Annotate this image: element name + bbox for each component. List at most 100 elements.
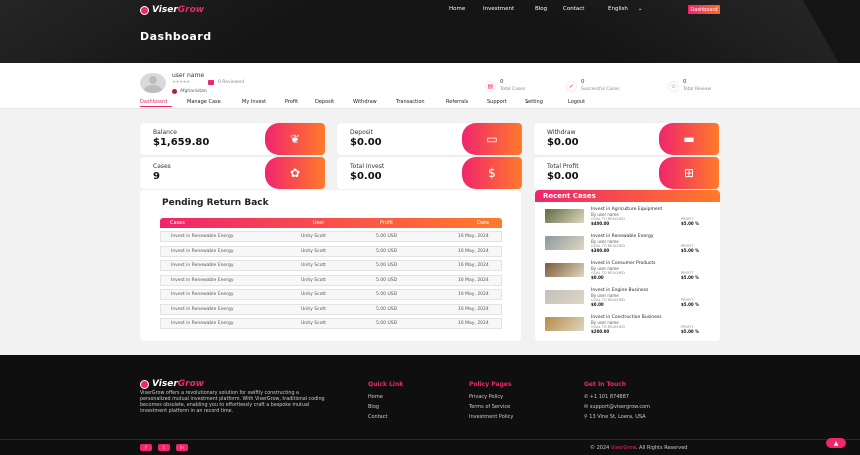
table-row: Invest in Renewable Energy Unity Scott 5.0… xyxy=(160,303,502,315)
rating-stars: ★★★★★ xyxy=(172,80,190,85)
col-cases: Cases xyxy=(170,220,185,226)
table-cell: Invest in Renewable Energy xyxy=(171,321,234,326)
copyright-text: . All Rights Reserved xyxy=(635,445,688,451)
card-cases: Cases 9 ✿ xyxy=(140,157,325,189)
table-cell: 5.00 USD xyxy=(376,234,398,239)
nav-investment[interactable]: Investment xyxy=(483,6,514,12)
card-total-invest: Total Invest $0.00 $ xyxy=(337,157,522,189)
logo-text-2: Grow xyxy=(177,5,205,15)
stat-label: Successful Cases xyxy=(581,86,620,92)
profile-bar: user name ★★★★★ 0 Reviewed Afghanistan ▤… xyxy=(0,63,860,109)
card-value: $0.00 xyxy=(350,171,382,182)
check-icon: ✓ xyxy=(566,80,577,92)
language-select[interactable]: English ⌄ xyxy=(608,6,642,12)
stat-total-cases: ▤ 0 Total Cases xyxy=(485,79,525,92)
footer-link-blog[interactable]: Blog xyxy=(368,404,403,410)
panel-title: Pending Return Back xyxy=(162,198,269,208)
card-value: $0.00 xyxy=(547,171,579,182)
copyright-brand[interactable]: ViserGrow xyxy=(611,445,636,451)
nav-contact[interactable]: Contact xyxy=(563,6,584,12)
footer-link-investment-policy[interactable]: Investment Policy xyxy=(469,414,513,420)
fb-icon[interactable]: f xyxy=(140,444,152,451)
footer-phone[interactable]: ✆ +1 101 874887 xyxy=(584,394,650,400)
tab-manage-case[interactable]: Manage Case xyxy=(187,99,221,105)
footer-link-contact[interactable]: Contact xyxy=(368,414,403,420)
nav-blog[interactable]: Blog xyxy=(535,6,547,12)
footer-policy-links: Policy Pages Privacy Policy Terms of Ser… xyxy=(469,381,513,424)
card-icon: ▬ xyxy=(659,123,719,155)
card-total-profit: Total Profit $0.00 ⊞ xyxy=(534,157,719,189)
card-value: $1,659.80 xyxy=(153,137,210,148)
tab-support[interactable]: Support xyxy=(487,99,507,105)
table-row: Invest in Renewable Energy Unity Scott 5.0… xyxy=(160,318,502,329)
twitter-icon[interactable]: t xyxy=(158,444,170,451)
card-label: Cases xyxy=(153,163,171,170)
col-date: Date xyxy=(477,220,489,226)
footer-link-terms[interactable]: Terms of Service xyxy=(469,404,513,410)
tab-withdraw[interactable]: Withdraw xyxy=(353,99,377,105)
table-cell: Invest in Renewable Energy xyxy=(171,292,234,297)
profit-value: $5.00 % xyxy=(681,302,700,307)
recent-case-item[interactable]: Invest in Engine Business By user name GOA… xyxy=(545,288,720,310)
phone-text: +1 101 874887 xyxy=(589,394,629,400)
wallet-icon: ▭ xyxy=(462,123,522,155)
tab-transaction[interactable]: Transaction xyxy=(396,99,425,105)
footer-email[interactable]: ✉ support@visergrow.com xyxy=(584,404,650,410)
table-cell: 16 May, 2024 xyxy=(458,292,489,297)
recent-case-item[interactable]: Invest in Agriculture Equipment By user n… xyxy=(545,207,720,229)
logo-text-1: Viser xyxy=(152,5,178,15)
col-user: User xyxy=(313,220,325,226)
card-label: Total Profit xyxy=(547,163,579,170)
site-logo[interactable]: ViserGrow xyxy=(140,5,204,15)
table-cell: Unity Scott xyxy=(301,306,326,312)
scroll-top-button[interactable]: ▲ xyxy=(826,438,846,448)
card-withdraw: Withdraw $0.00 ▬ xyxy=(534,123,719,155)
money-bag-icon: $ xyxy=(462,157,522,189)
tab-logout[interactable]: Logout xyxy=(568,99,585,105)
card-label: Withdraw xyxy=(547,129,576,136)
table-cell: 5.00 USD xyxy=(376,321,398,326)
case-thumbnail xyxy=(545,209,584,223)
table-header: Cases User Profit Date xyxy=(160,218,502,228)
linkedin-icon[interactable]: in xyxy=(176,444,188,451)
dashboard-button[interactable]: Dashboard xyxy=(688,5,720,14)
stat-num: 0 xyxy=(581,79,585,85)
tab-dashboard[interactable]: Dashboard xyxy=(140,99,167,105)
footer-link-home[interactable]: Home xyxy=(368,394,403,400)
recent-cases-panel: Recent Cases Invest in Agriculture Equip… xyxy=(535,190,720,341)
footer-address: ⚲ 13 Vine St, Loera, USA xyxy=(584,414,650,420)
footer-logo[interactable]: ViserGrow xyxy=(140,379,204,389)
footer: ViserGrow ViserGrow offers a revolutiona… xyxy=(0,355,860,455)
tab-profit[interactable]: Profit xyxy=(285,99,298,105)
table-cell: Invest in Renewable Energy xyxy=(171,277,234,283)
tab-deposit[interactable]: Deposit xyxy=(315,99,334,105)
tab-my-invest[interactable]: My Invest xyxy=(242,99,266,105)
card-balance: Balance $1,659.80 ❦ xyxy=(140,123,325,155)
tab-referrals[interactable]: Referrals xyxy=(446,99,468,105)
recent-case-item[interactable]: Invest in Construction Business By user n… xyxy=(545,315,720,337)
recent-case-item[interactable]: Invest in Consumer Products By user name G… xyxy=(545,261,720,283)
table-cell: 16 May, 2024 xyxy=(458,306,489,312)
table-cell: 16 May, 2024 xyxy=(458,234,489,239)
table-row: Invest in Renewable Energy Unity Scott 5.0… xyxy=(160,260,502,271)
case-thumbnail xyxy=(545,290,584,304)
table-row: Invest in Renewable Energy Unity Scott 5.0… xyxy=(160,245,502,257)
hand-plant-icon: ❦ xyxy=(265,123,325,155)
footer-quick-links: Quick Link Home Blog Contact xyxy=(368,381,403,424)
goal-amount: $400.00 xyxy=(591,221,610,226)
hero-header xyxy=(0,0,860,63)
address-text: 13 Vine St, Loera, USA xyxy=(589,414,646,420)
active-tab-indicator xyxy=(140,106,172,107)
star-icon: ☆ xyxy=(668,80,679,92)
profit-value: $5.00 % xyxy=(681,248,700,253)
card-label: Balance xyxy=(153,129,177,136)
profit-value: $5.00 % xyxy=(681,329,700,334)
review-count: 0 Reviewed xyxy=(218,80,244,85)
case-thumbnail xyxy=(545,236,584,250)
email-text: support@visergrow.com xyxy=(589,404,651,410)
recent-case-item[interactable]: Invest in Renewable Energy By user name GO… xyxy=(545,234,720,256)
footer-link-privacy[interactable]: Privacy Policy xyxy=(469,394,513,400)
card-value: $0.00 xyxy=(547,137,579,148)
profit-value: $5.00 % xyxy=(681,275,700,280)
nav-home[interactable]: Home xyxy=(449,6,465,12)
